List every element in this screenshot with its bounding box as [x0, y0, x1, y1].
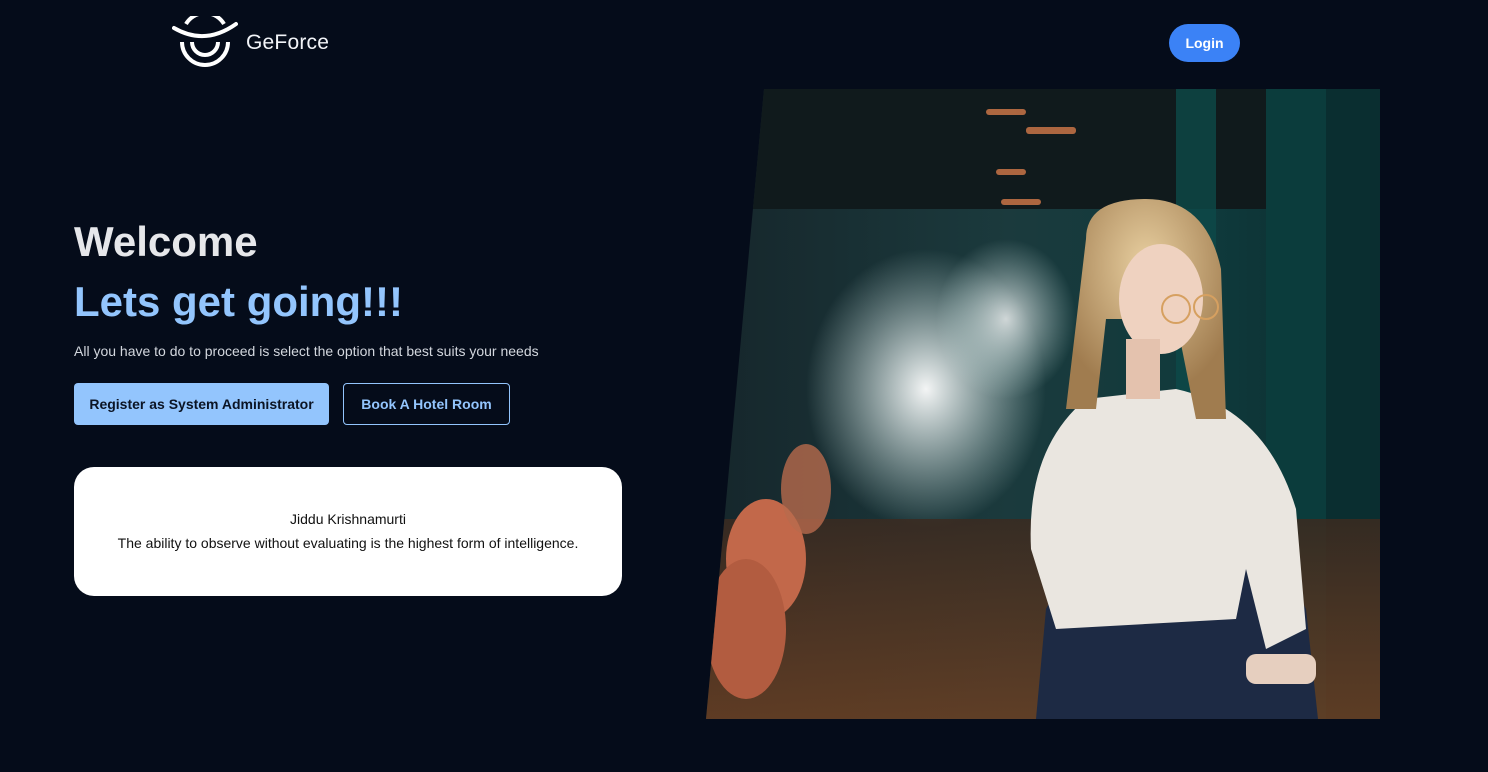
quote-card: Jiddu Krishnamurti The ability to observ…	[74, 467, 622, 596]
hero-photo	[706, 89, 1380, 719]
register-admin-button[interactable]: Register as System Administrator	[74, 383, 329, 425]
hero-photo-illustration	[706, 89, 1380, 719]
quote-text: The ability to observe without evaluatin…	[117, 534, 579, 551]
landing-page: GeForce Login Welcome Lets get going!!! …	[0, 0, 1488, 772]
welcome-heading: Welcome	[74, 218, 258, 265]
login-button[interactable]: Login	[1169, 24, 1240, 62]
quote-author: Jiddu Krishnamurti	[290, 510, 406, 527]
brand-name: GeForce	[246, 31, 330, 54]
hero-subtext: All you have to do to proceed is select …	[74, 343, 539, 359]
logo[interactable]: GeForce	[172, 16, 329, 70]
tagline-heading: Lets get going!!!	[74, 278, 403, 325]
book-hotel-room-button[interactable]: Book A Hotel Room	[343, 383, 510, 425]
geforce-logo-icon	[172, 16, 238, 67]
